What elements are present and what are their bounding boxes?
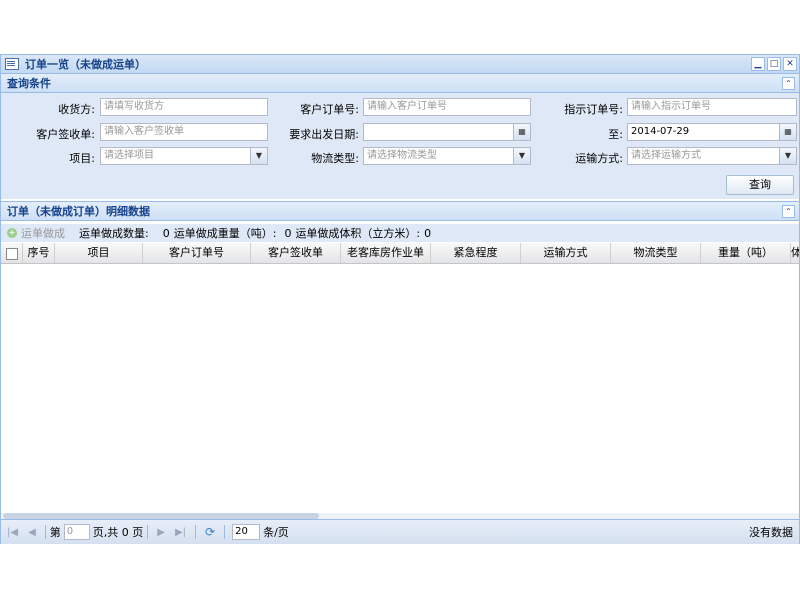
collapse-icon[interactable]: ⌃ [782,76,795,90]
details-panel-header: 订单（未做成订单）明细数据 ⌃ [1,201,799,221]
prev-page-icon[interactable]: ◀ [28,527,36,538]
create-waybill-button[interactable]: + 运单做成 [7,225,65,241]
weight-label: 运单做成重量（吨）: [173,227,277,240]
transport-mode-placeholder: 请选择运输方式 [631,150,701,161]
consignee-input[interactable]: 请填写收货方 [100,98,268,116]
column-header[interactable]: 重量（吨） [701,243,791,263]
chevron-down-icon[interactable]: ▼ [779,148,796,164]
separator [147,525,149,539]
maximize-icon[interactable]: □ [767,57,781,71]
to-date-value: 2014-07-29 [631,126,690,137]
logistics-type-select[interactable]: 请选择物流类型 ▼ [363,147,531,165]
count-label: 运单做成数量: [79,227,149,240]
close-icon[interactable]: ✕ [783,57,797,71]
search-button[interactable]: 查询 [726,175,794,195]
column-header[interactable]: 体 [791,243,799,263]
column-header[interactable]: 物流类型 [611,243,701,263]
calendar-icon[interactable]: ▦ [513,124,530,140]
weight-value: 0 [284,226,292,240]
page-input[interactable]: 0 [63,524,90,540]
logistics-type-label: 物流类型: [311,152,359,165]
consignee-label: 收货方: [58,103,95,116]
page-size-input[interactable]: 20 [232,524,261,540]
count-value: 0 [162,226,170,240]
calendar-icon[interactable]: ▦ [779,124,796,140]
next-page-icon[interactable]: ▶ [157,527,165,538]
grid-icon [5,58,19,70]
logistics-type-placeholder: 请选择物流类型 [367,150,437,161]
page-suffix: 页,共 0 页 [92,526,144,539]
departure-date-input[interactable]: ▦ [363,123,531,141]
per-page-label: 条/页 [263,526,289,539]
paging-info: 没有数据 [749,526,793,539]
to-date-label: 至: [608,128,623,141]
orders-window: 订单一览（未做成运单） ▁ □ ✕ 查询条件 ⌃ 收货方: 请填写收货方 客户订… [0,54,800,544]
customer-order-input[interactable]: 请输入客户订单号 [363,98,531,116]
column-header[interactable]: 老客库房作业单 [341,243,431,263]
window-title: 订单一览（未做成运单） [25,58,146,71]
departure-date-label: 要求出发日期: [289,128,359,141]
separator [44,525,46,539]
query-panel-header: 查询条件 ⌃ [1,74,799,93]
details-toolbar: + 运单做成 运单做成数量: 0 运单做成重量（吨）: 0 运单做成体积（立方米… [1,224,799,242]
window-titlebar: 订单一览（未做成运单） ▁ □ ✕ [1,55,799,74]
column-header[interactable]: 紧急程度 [431,243,521,263]
add-icon: + [7,228,17,238]
column-header[interactable]: 运输方式 [521,243,611,263]
transport-mode-label: 运输方式: [575,152,623,165]
project-label: 项目: [69,152,95,165]
page-prefix: 第 [49,526,61,539]
chevron-down-icon[interactable]: ▼ [513,148,530,164]
last-page-icon[interactable]: ▶| [175,527,186,538]
details-section-title: 订单（未做成订单）明细数据 [7,205,150,218]
select-all-cell[interactable] [1,243,23,263]
minimize-icon[interactable]: ▁ [751,57,765,71]
separator [195,525,197,539]
separator [224,525,226,539]
first-page-icon[interactable]: |◀ [7,527,18,538]
pagination-toolbar: |◀ ◀ 第 0 页,共 0 页 ▶ ▶| ⟳ 20 条/页 没有数据 [1,519,799,544]
column-header[interactable]: 序号 [23,243,55,263]
customer-receipt-label: 客户签收单: [36,128,95,141]
refresh-icon[interactable]: ⟳ [205,525,215,539]
column-header[interactable]: 项目 [55,243,143,263]
grid-body [1,264,799,512]
project-select[interactable]: 请选择项目 ▼ [100,147,268,165]
instruction-order-label: 指示订单号: [564,103,623,116]
query-section-title: 查询条件 [7,77,51,90]
create-waybill-label: 运单做成 [21,227,65,240]
grid-header: 序号 项目 客户订单号 客户签收单 老客库房作业单 紧急程度 运输方式 物流类型… [1,243,799,264]
volume-value: 0 [424,226,432,240]
to-date-input[interactable]: 2014-07-29 ▦ [627,123,797,141]
customer-order-label: 客户订单号: [300,103,359,116]
select-all-checkbox[interactable] [6,248,18,260]
volume-label: 运单做成体积（立方米）: [295,227,421,240]
column-header[interactable]: 客户签收单 [251,243,341,263]
query-form: 收货方: 请填写收货方 客户订单号: 请输入客户订单号 指示订单号: 请输入指示… [1,93,799,199]
project-placeholder: 请选择项目 [104,150,154,161]
column-header[interactable]: 客户订单号 [143,243,251,263]
chevron-down-icon[interactable]: ▼ [250,148,267,164]
collapse-icon[interactable]: ⌃ [782,204,795,218]
instruction-order-input[interactable]: 请输入指示订单号 [627,98,797,116]
customer-receipt-input[interactable]: 请输入客户签收单 [100,123,268,141]
transport-mode-select[interactable]: 请选择运输方式 ▼ [627,147,797,165]
